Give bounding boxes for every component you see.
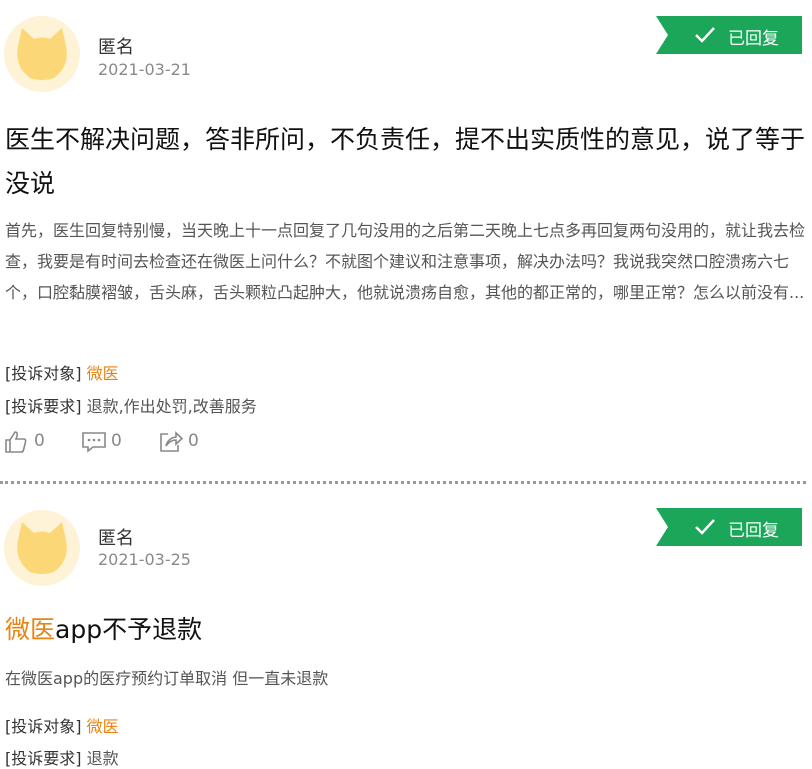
status-badge: 已回复 — [656, 16, 802, 54]
cat-avatar-icon — [17, 28, 67, 80]
check-icon — [695, 519, 715, 535]
demand-line: [投诉要求] 退款,作出处罚,改善服务 — [5, 393, 257, 417]
post-date: 2021-03-25 — [98, 550, 191, 569]
share-count: 0 — [188, 431, 199, 451]
target-label: [投诉对象] — [5, 364, 82, 383]
title-text: 医生不解决问题，答非所问，不负责任，提不出实质性的意见，说了等于没说 — [5, 125, 806, 198]
like-count: 0 — [34, 431, 45, 451]
demand-line: [投诉要求] 退款 — [5, 745, 119, 769]
check-icon — [695, 27, 715, 43]
user-name: 匿名 — [98, 528, 134, 549]
complaint-body: 首先，医生回复特别慢，当天晚上十一点回复了几句没用的之后第二天晚上七点多再回复两… — [5, 221, 806, 302]
status-label: 已回复 — [728, 521, 779, 541]
target-line: [投诉对象] 微医 — [5, 713, 119, 737]
user-name: 匿名 — [98, 37, 134, 58]
share-icon — [160, 431, 184, 452]
complaint-title[interactable]: 医生不解决问题，答非所问，不负责任，提不出实质性的意见，说了等于没说 — [5, 118, 810, 206]
divider — [0, 481, 806, 484]
target-link[interactable]: 微医 — [87, 717, 119, 736]
avatar — [4, 510, 80, 586]
status-label: 已回复 — [728, 29, 779, 49]
comment-icon — [82, 432, 106, 453]
thumbs-up-icon — [5, 431, 27, 453]
demand-value: 退款,作出处罚,改善服务 — [86, 397, 257, 416]
complaint-card[interactable]: 匿名 2021-03-25 已回复 微医app不予退款 在微医app的医疗预约订… — [0, 486, 812, 769]
target-line: [投诉对象] 微医 — [5, 360, 119, 384]
title-highlight: 微医 — [5, 615, 56, 644]
complaint-body: 在微医app的医疗预约订单取消 但一直未退款 — [5, 669, 329, 688]
comment-count: 0 — [111, 431, 122, 451]
complaint-title[interactable]: 微医app不予退款 — [5, 608, 810, 652]
status-badge: 已回复 — [656, 508, 802, 546]
demand-value: 退款 — [86, 749, 119, 768]
target-label: [投诉对象] — [5, 717, 82, 736]
demand-label: [投诉要求] — [5, 749, 82, 768]
demand-label: [投诉要求] — [5, 397, 82, 416]
title-text: app不予退款 — [55, 615, 203, 644]
post-date: 2021-03-21 — [98, 60, 191, 79]
target-link[interactable]: 微医 — [87, 364, 119, 383]
cat-avatar-icon — [17, 522, 67, 574]
avatar — [4, 16, 80, 92]
complaint-card[interactable]: 匿名 2021-03-21 已回复 医生不解决问题，答非所问，不负责任，提不出实… — [0, 0, 812, 484]
